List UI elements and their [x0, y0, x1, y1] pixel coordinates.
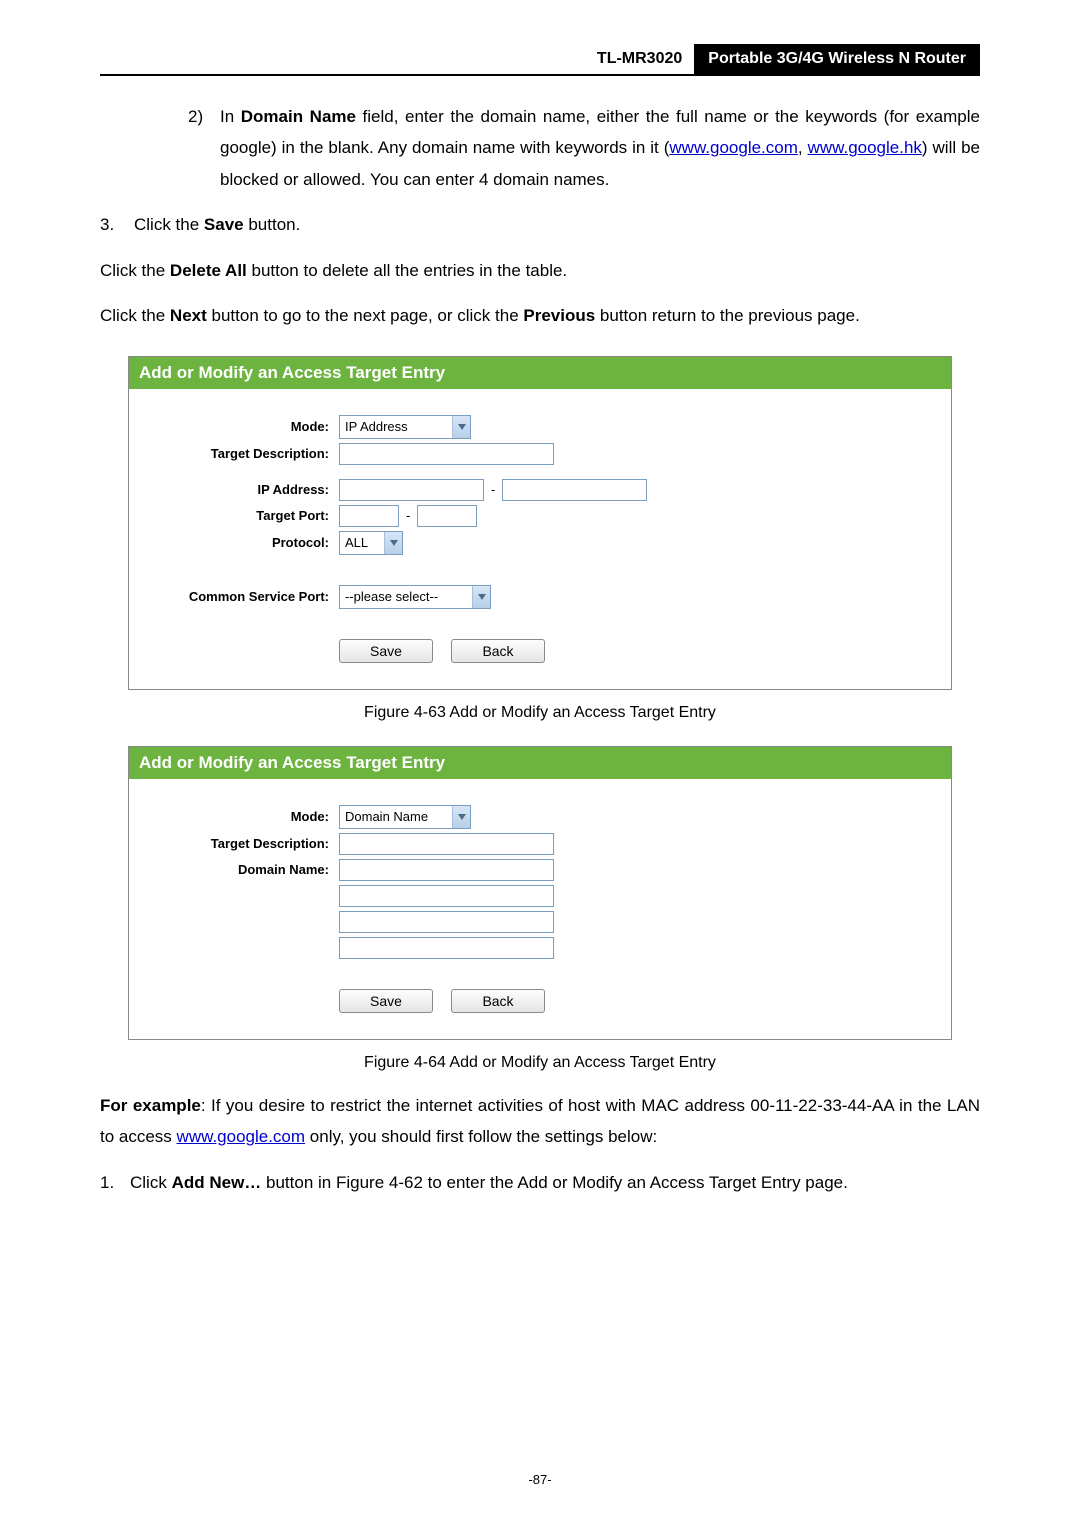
link-google-hk[interactable]: www.google.hk [808, 138, 922, 157]
form-figure-4-63: Add or Modify an Access Target Entry Mod… [128, 356, 952, 690]
example-step-1: 1. Click Add New… button in Figure 4-62 … [100, 1167, 980, 1198]
protocol-select-value: ALL [340, 535, 384, 550]
port-start-input[interactable] [339, 505, 399, 527]
figure-4-64-caption: Figure 4-64 Add or Modify an Access Targ… [100, 1054, 980, 1072]
ip-start-input[interactable] [339, 479, 484, 501]
step-3-text: Click the Save button. [134, 209, 980, 240]
page-header: TL-MR3020 Portable 3G/4G Wireless N Rout… [100, 44, 980, 76]
model-number: TL-MR3020 [585, 44, 694, 74]
example-para: For example: If you desire to restrict t… [100, 1090, 980, 1153]
doc-title: Portable 3G/4G Wireless N Router [694, 44, 980, 74]
list-marker: 3. [100, 209, 134, 240]
label-target-description: Target Description: [139, 836, 339, 851]
label-ip-address: IP Address: [139, 482, 339, 497]
label-mode: Mode: [139, 419, 339, 434]
chevron-down-icon [384, 532, 402, 554]
form-title: Add or Modify an Access Target Entry [129, 747, 951, 779]
domain-name-input-1[interactable] [339, 859, 554, 881]
form-figure-4-64: Add or Modify an Access Target Entry Mod… [128, 746, 952, 1040]
list-marker: 1. [100, 1167, 130, 1198]
label-domain-name: Domain Name: [139, 862, 339, 877]
link-google-com-2[interactable]: www.google.com [177, 1127, 306, 1146]
chevron-down-icon [472, 586, 490, 608]
mode-select[interactable]: IP Address [339, 415, 471, 439]
step-2-text: In Domain Name field, enter the domain n… [220, 101, 980, 195]
mode-select-value: IP Address [340, 419, 452, 434]
label-common-service-port: Common Service Port: [139, 589, 339, 604]
page-number: -87- [0, 1472, 1080, 1487]
domain-name-input-3[interactable] [339, 911, 554, 933]
label-protocol: Protocol: [139, 535, 339, 550]
delete-all-para: Click the Delete All button to delete al… [100, 255, 980, 286]
mode-select[interactable]: Domain Name [339, 805, 471, 829]
step-2-item: 2) In Domain Name field, enter the domai… [188, 101, 980, 195]
save-button[interactable]: Save [339, 989, 433, 1013]
domain-name-input-2[interactable] [339, 885, 554, 907]
chevron-down-icon [452, 806, 470, 828]
label-mode: Mode: [139, 809, 339, 824]
example-step-1-text: Click Add New… button in Figure 4-62 to … [130, 1167, 980, 1198]
port-end-input[interactable] [417, 505, 477, 527]
save-button[interactable]: Save [339, 639, 433, 663]
range-dash: - [403, 508, 413, 523]
protocol-select[interactable]: ALL [339, 531, 403, 555]
back-button[interactable]: Back [451, 639, 545, 663]
mode-select-value: Domain Name [340, 809, 452, 824]
chevron-down-icon [452, 416, 470, 438]
body-content: 2) In Domain Name field, enter the domai… [100, 101, 980, 332]
range-dash: - [488, 482, 498, 497]
csp-select-value: --please select-- [340, 589, 472, 604]
target-description-input[interactable] [339, 833, 554, 855]
target-description-input[interactable] [339, 443, 554, 465]
label-target-port: Target Port: [139, 508, 339, 523]
common-service-port-select[interactable]: --please select-- [339, 585, 491, 609]
link-google-com[interactable]: www.google.com [669, 138, 798, 157]
list-marker: 2) [188, 101, 220, 195]
ip-end-input[interactable] [502, 479, 647, 501]
label-target-description: Target Description: [139, 446, 339, 461]
step-3-item: 3. Click the Save button. [100, 209, 980, 240]
next-prev-para: Click the Next button to go to the next … [100, 300, 980, 331]
figure-4-63-caption: Figure 4-63 Add or Modify an Access Targ… [100, 704, 980, 722]
back-button[interactable]: Back [451, 989, 545, 1013]
domain-name-input-4[interactable] [339, 937, 554, 959]
form-title: Add or Modify an Access Target Entry [129, 357, 951, 389]
